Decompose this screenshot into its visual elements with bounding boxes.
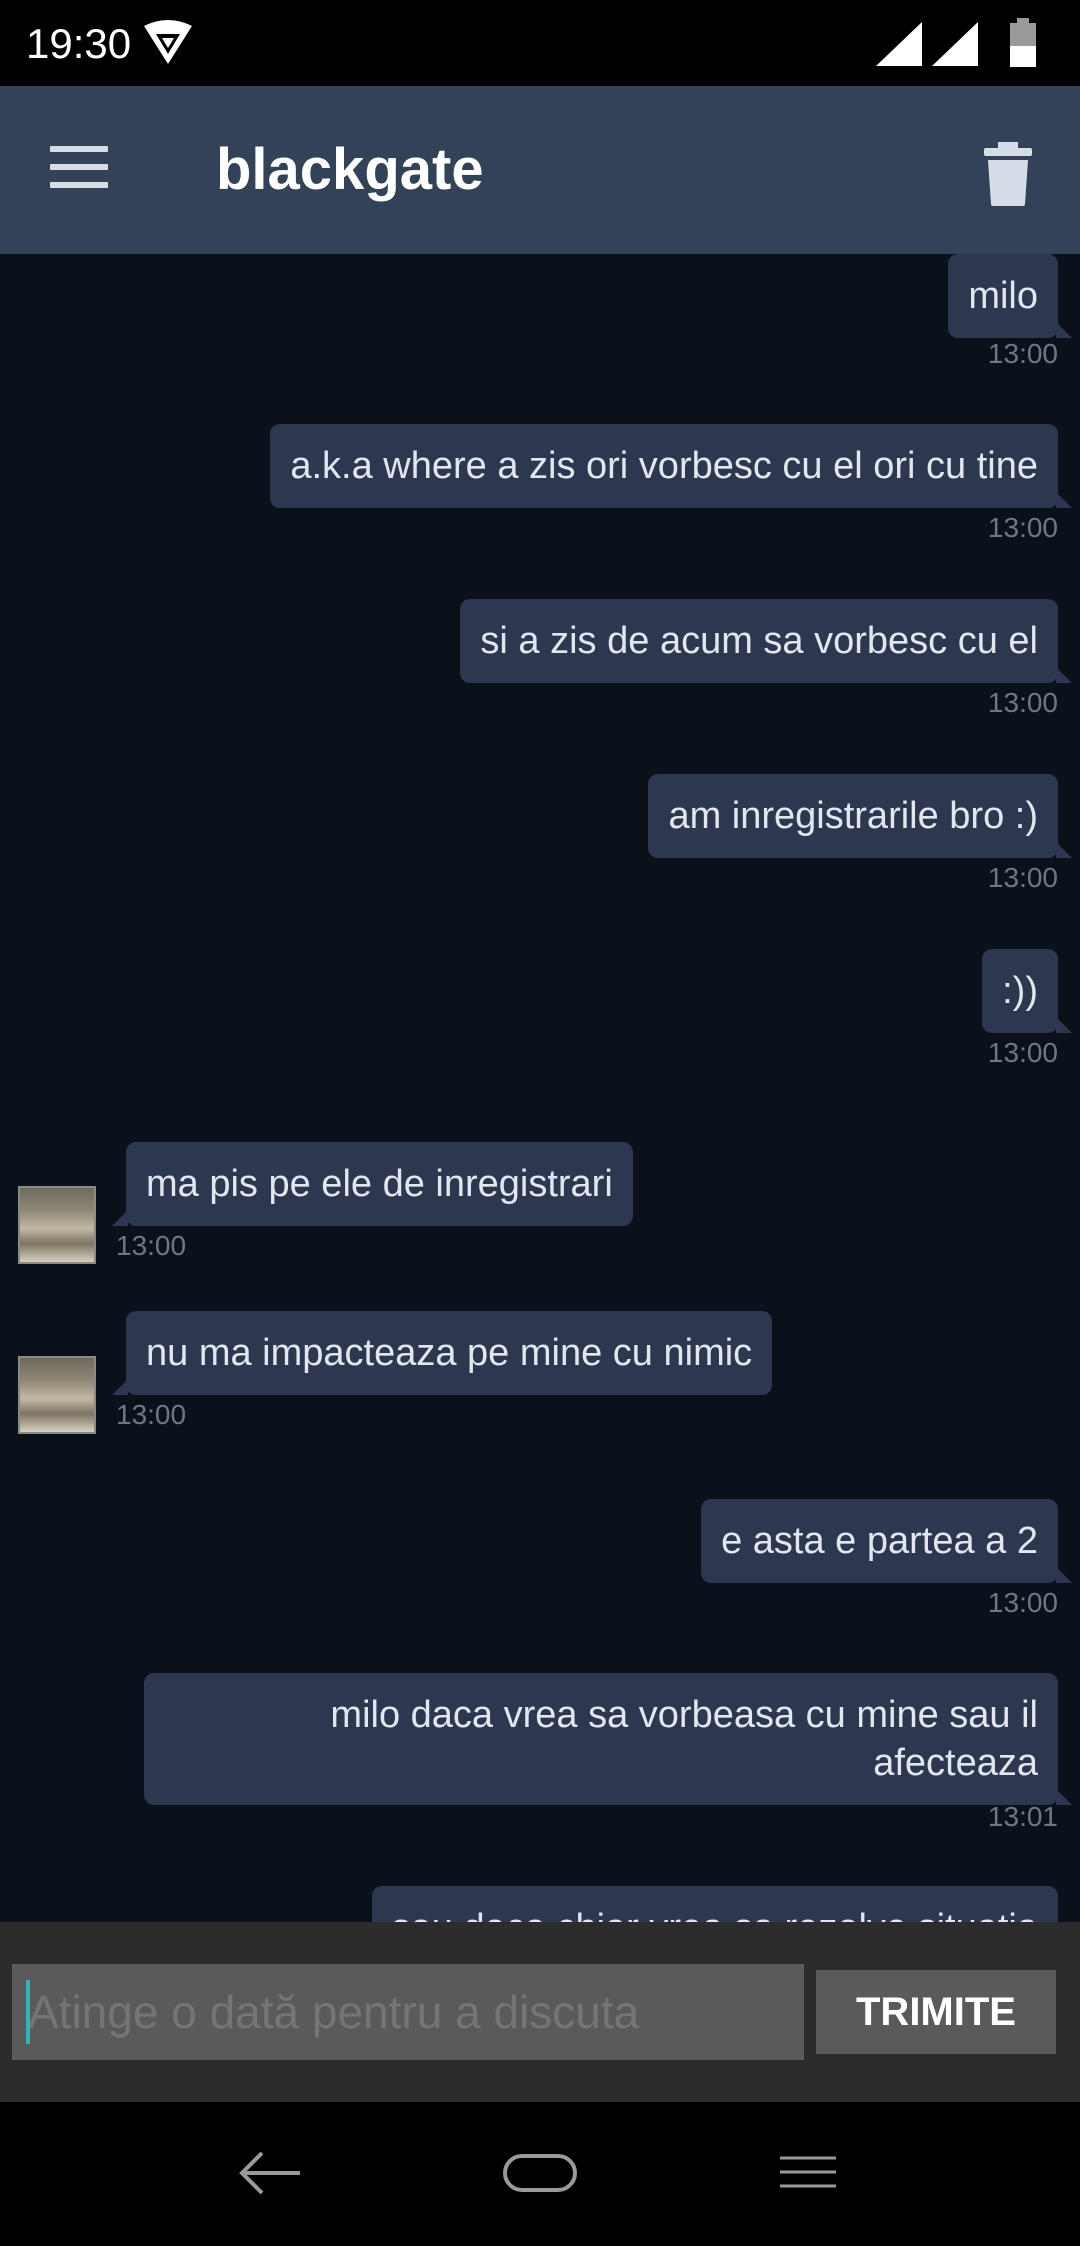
message-bubble-outgoing[interactable]: milo daca vrea sa vorbeasa cu mine sau i…: [144, 1673, 1072, 1805]
status-bar: 19:30: [0, 0, 1080, 86]
message-text: ma pis pe ele de inregistrari: [146, 1163, 613, 1205]
message-text: :)): [1002, 970, 1038, 1012]
message-time: 13:00: [987, 1037, 1058, 1068]
text-cursor: [26, 1980, 30, 2044]
message-text: milo daca vrea sa vorbeasa cu mine sau i…: [330, 1694, 1038, 1784]
chat-title: blackgate: [216, 137, 484, 202]
signal-sim1-icon: [876, 22, 922, 66]
signal-sim2-icon: [932, 22, 978, 66]
message-time: 13:00: [987, 862, 1058, 893]
navigation-bar: [0, 2102, 1080, 2246]
message-input[interactable]: [12, 1964, 804, 2060]
battery-icon: [1010, 18, 1036, 67]
app-bar: blackgate: [0, 86, 1080, 254]
message-bubble-outgoing[interactable]: :)): [982, 949, 1072, 1033]
message-time: 13:00: [987, 512, 1058, 543]
message-bubble-incoming[interactable]: nu ma impacteaza pe mine cu nimic: [111, 1311, 773, 1395]
menu-icon[interactable]: [50, 146, 120, 196]
message-time: 13:00: [116, 1230, 187, 1261]
composer-bar: TRIMITE: [0, 1922, 1080, 2102]
message-text: e asta e partea a 2: [721, 1520, 1038, 1562]
message-bubble-outgoing[interactable]: a.k.a where a zis ori vorbesc cu el ori …: [270, 424, 1072, 508]
contact-avatar[interactable]: [18, 1356, 96, 1434]
message-time: 13:00: [116, 1399, 187, 1430]
back-icon[interactable]: [236, 2148, 304, 2198]
message-bubble-outgoing[interactable]: sau daca chiar vrea sa rezolve situatia: [371, 1886, 1058, 1922]
recents-icon[interactable]: [778, 2152, 838, 2192]
trash-icon[interactable]: [980, 142, 1036, 206]
message-time: 13:00: [987, 1587, 1058, 1618]
message-bubble-outgoing[interactable]: si a zis de acum sa vorbesc cu el: [460, 599, 1072, 683]
status-time: 19:30: [26, 20, 132, 67]
message-text: sau daca chiar vrea sa rezolve situatia: [392, 1907, 1038, 1922]
message-text: milo: [968, 275, 1038, 317]
message-bubble-outgoing[interactable]: e asta e partea a 2: [701, 1499, 1072, 1583]
message-time: 13:00: [987, 338, 1058, 369]
contact-avatar[interactable]: [18, 1186, 96, 1264]
message-bubble-outgoing[interactable]: milo: [948, 254, 1072, 338]
message-time: 13:01: [987, 1801, 1058, 1832]
message-list[interactable]: milo 13:00 a.k.a where a zis ori vorbesc…: [0, 254, 1080, 1922]
message-text: a.k.a where a zis ori vorbesc cu el ori …: [290, 445, 1038, 487]
message-time: 13:00: [987, 687, 1058, 718]
message-text: si a zis de acum sa vorbesc cu el: [480, 620, 1038, 662]
message-bubble-outgoing[interactable]: am inregistrarile bro :): [648, 774, 1072, 858]
send-button[interactable]: TRIMITE: [816, 1970, 1056, 2054]
message-text: am inregistrarile bro :): [668, 795, 1038, 837]
wifi-icon: [144, 20, 192, 64]
message-bubble-incoming[interactable]: ma pis pe ele de inregistrari: [112, 1142, 633, 1226]
message-text: nu ma impacteaza pe mine cu nimic: [146, 1332, 753, 1374]
home-icon[interactable]: [502, 2150, 578, 2196]
